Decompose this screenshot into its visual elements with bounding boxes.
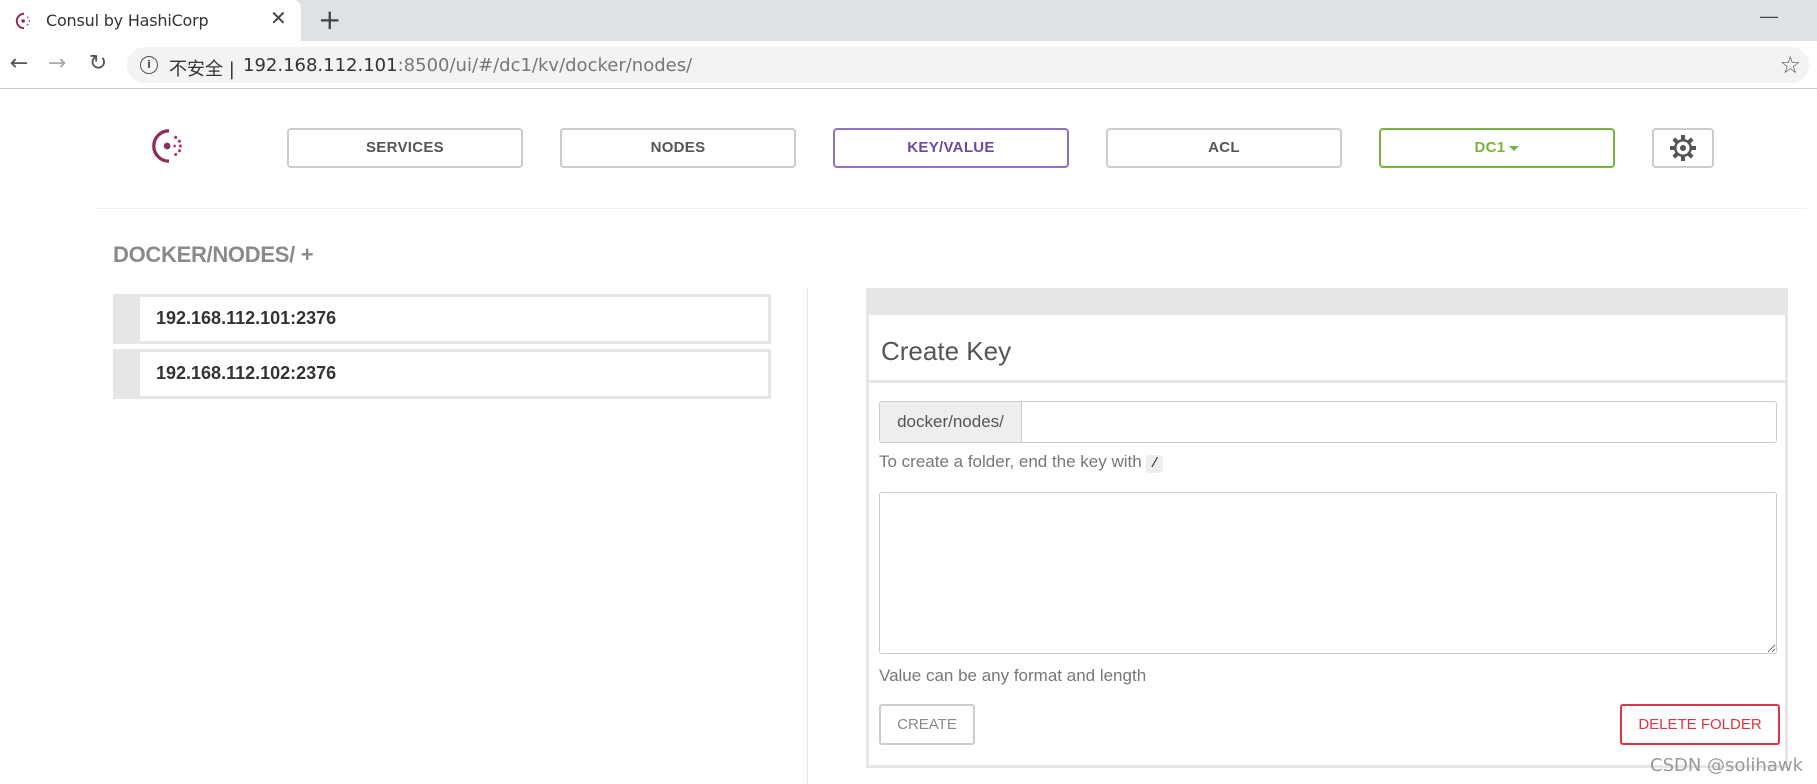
- settings-button[interactable]: [1652, 128, 1714, 168]
- nav-keyvalue-button[interactable]: KEY/VALUE: [833, 128, 1069, 168]
- folder-hint-text: To create a folder, end the key with: [879, 452, 1142, 471]
- column-divider: [807, 288, 808, 784]
- browser-toolbar: ← → ↻ i 不安全 | 192.168.112.101:8500/ui/#/…: [0, 41, 1817, 89]
- watermark: CSDN @solihawk: [1650, 755, 1804, 776]
- caret-down-icon: [1509, 145, 1520, 151]
- back-icon[interactable]: ←: [5, 50, 33, 78]
- browser-tab[interactable]: Consul by HashiCorp ✕: [0, 0, 301, 41]
- datacenter-dropdown[interactable]: DC1: [1379, 128, 1615, 168]
- kv-breadcrumb[interactable]: DOCKER/NODES/ +: [113, 242, 314, 268]
- delete-folder-button[interactable]: DELETE FOLDER: [1620, 704, 1780, 745]
- consul-favicon-icon: [15, 12, 31, 30]
- browser-tabstrip: Consul by HashiCorp ✕ + —: [0, 0, 1817, 41]
- key-prefix-addon: docker/nodes/: [880, 402, 1022, 442]
- key-input-group: docker/nodes/: [879, 401, 1777, 443]
- gear-icon: [1670, 135, 1696, 161]
- list-item-marker: [116, 297, 140, 341]
- kv-list-item[interactable]: 192.168.112.101:2376: [113, 294, 771, 344]
- nav-acl-button[interactable]: ACL: [1106, 128, 1342, 168]
- address-bar[interactable]: i 不安全 | 192.168.112.101:8500/ui/#/dc1/kv…: [127, 47, 1809, 83]
- folder-hint-code: /: [1146, 455, 1163, 473]
- key-input[interactable]: [1023, 402, 1775, 442]
- panel-header-bar: [869, 291, 1785, 315]
- kv-item-label: 192.168.112.102:2376: [156, 363, 337, 383]
- header-divider: [95, 208, 1807, 209]
- value-hint: Value can be any format and length: [879, 666, 1147, 685]
- kv-list-item[interactable]: 192.168.112.102:2376: [113, 349, 771, 399]
- reload-icon[interactable]: ↻: [84, 50, 112, 78]
- url-host: 192.168.112.101: [243, 55, 398, 76]
- url-text[interactable]: 192.168.112.101:8500/ui/#/dc1/kv/docker/…: [243, 55, 692, 76]
- bookmark-star-icon[interactable]: ☆: [1779, 51, 1801, 79]
- value-textarea[interactable]: [879, 492, 1777, 654]
- tab-close-icon[interactable]: ✕: [270, 9, 287, 29]
- create-key-title: Create Key: [881, 336, 1012, 366]
- list-item-marker: [116, 352, 140, 396]
- nav-services-button[interactable]: SERVICES: [287, 128, 523, 168]
- nav-nodes-button[interactable]: NODES: [560, 128, 796, 168]
- folder-hint: To create a folder, end the key with /: [879, 452, 1163, 473]
- consul-logo-icon[interactable]: [150, 127, 188, 165]
- create-key-panel: Create Key docker/nodes/ To create a fol…: [866, 288, 1788, 768]
- create-button[interactable]: CREATE: [879, 704, 975, 745]
- kv-item-label: 192.168.112.101:2376: [156, 308, 337, 328]
- forward-icon[interactable]: →: [43, 50, 71, 78]
- panel-divider: [869, 380, 1785, 383]
- datacenter-label: DC1: [1474, 139, 1506, 156]
- window-minimize-icon[interactable]: —: [1760, 6, 1778, 27]
- url-path: :8500/ui/#/dc1/kv/docker/nodes/: [397, 55, 693, 76]
- insecure-label: 不安全 |: [169, 59, 235, 80]
- info-icon[interactable]: i: [140, 56, 158, 74]
- tab-title: Consul by HashiCorp: [46, 11, 209, 30]
- new-tab-icon[interactable]: +: [318, 6, 341, 34]
